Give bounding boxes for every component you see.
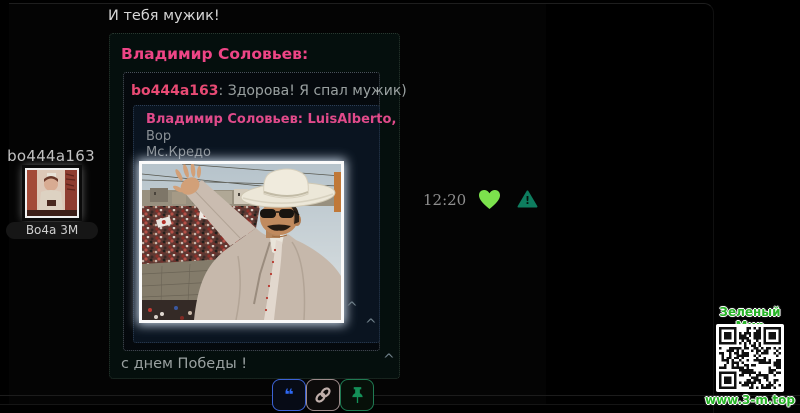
quote-button[interactable]: ❝ [272, 379, 306, 411]
collapse-caret-photo[interactable]: ^ [346, 302, 358, 314]
photo-illustration [142, 164, 341, 320]
collapse-caret-inner-quote[interactable]: ^ [365, 319, 377, 331]
inner-quote-header[interactable]: Владимир Соловьев: LuisAlberto, [146, 112, 396, 127]
avatar-photo [27, 170, 77, 216]
post-message-text: И тебя мужик! [108, 8, 220, 24]
collapse-caret-outer-quote[interactable]: ^ [383, 354, 395, 366]
report-warning-icon[interactable]: ! [517, 190, 538, 208]
reply-text: : Здорова! Я спал мужик) [219, 83, 407, 99]
permalink-button[interactable] [306, 379, 340, 411]
post-footer-text: с днем Победы ! [121, 356, 247, 372]
quoted-photo[interactable] [139, 161, 344, 323]
pin-button[interactable] [340, 379, 374, 411]
like-heart-icon[interactable] [478, 189, 501, 210]
sidebar-username[interactable]: bo444a163 [0, 147, 102, 165]
reply-line: bo444a163: Здорова! Я спал мужик) [131, 83, 407, 99]
avatar[interactable] [25, 168, 79, 218]
forum-post-screen: bo444a163 Во4а 3М И тебя мужик! Владимир… [0, 0, 800, 413]
divider-line-2 [0, 404, 800, 405]
quote-author[interactable]: Владимир Соловьев: [121, 45, 308, 63]
quote-icon: ❝ [284, 390, 293, 400]
timestamp: 12:20 [423, 191, 466, 209]
inner-quote-line2: Вор [146, 129, 171, 144]
divider-line [0, 395, 800, 396]
inner-quote-line3: Мс.Кредо [146, 145, 211, 160]
qr-url: www.3-m.top [703, 393, 797, 407]
reply-author[interactable]: bo444a163 [131, 83, 219, 99]
user-rank-badge: Во4а 3М [6, 222, 98, 239]
pin-icon [350, 386, 365, 405]
qr-code [716, 324, 784, 392]
link-icon [313, 385, 333, 405]
svg-text:!: ! [525, 195, 530, 207]
